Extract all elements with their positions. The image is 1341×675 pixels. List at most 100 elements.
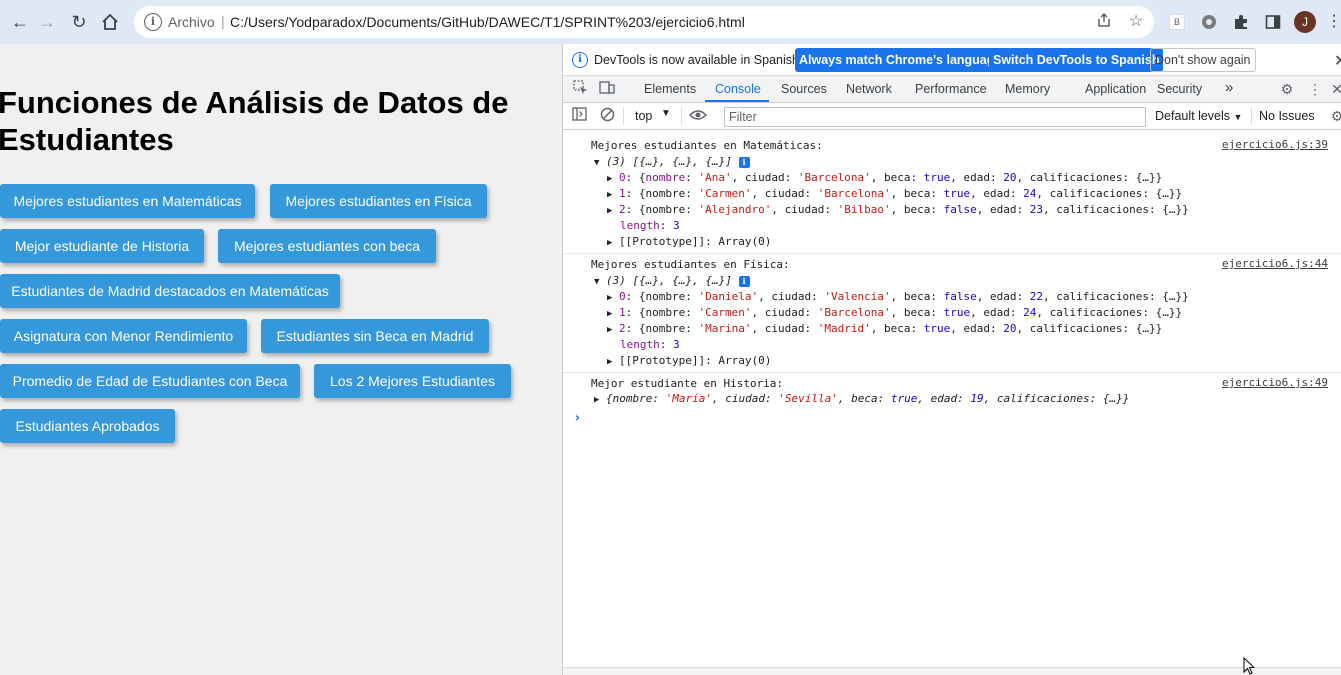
array-summary-row[interactable]: ▼ (3) [{…}, {…}, {…}] i: [594, 154, 750, 171]
url-text[interactable]: C:/Users/Yodparadox/Documents/GitHub/DAW…: [230, 14, 745, 30]
array-item-row[interactable]: ▶ 0: {nombre: 'Ana', ciudad: 'Barcelona'…: [607, 170, 1162, 187]
btn-matematicas[interactable]: Mejores estudiantes en Matemáticas: [0, 184, 255, 218]
array-item-row[interactable]: ▶ 2: {nombre: 'Alejandro', ciudad: 'Bilb…: [607, 202, 1189, 219]
console-settings-gear-icon[interactable]: ⚙: [1328, 107, 1341, 125]
collapsed-triangle-icon[interactable]: ▶: [607, 293, 612, 303]
btn-historia[interactable]: Mejor estudiante de Historia: [0, 229, 204, 263]
collapsed-triangle-icon[interactable]: ▶: [607, 325, 612, 335]
key-label: ciudad: [725, 392, 766, 405]
array-item-row[interactable]: ▶ 1: {nombre: 'Carmen', ciudad: 'Barcelo…: [607, 186, 1182, 203]
home-icon[interactable]: [98, 10, 122, 34]
more-tabs-icon[interactable]: »: [1225, 79, 1233, 96]
filter-input[interactable]: [725, 108, 1145, 126]
log-source-link[interactable]: ejercicio6.js:44: [1222, 257, 1328, 270]
live-expression-eye-icon[interactable]: [689, 107, 707, 125]
collapsed-triangle-icon[interactable]: ▶: [607, 206, 612, 216]
key-label: nombre: [645, 187, 686, 200]
item-index: 2: [619, 203, 626, 216]
key-label: edad: [930, 392, 958, 405]
btn-dos-mejores[interactable]: Los 2 Mejores Estudiantes: [314, 364, 511, 398]
devtools-menu-icon[interactable]: ⋮: [1306, 80, 1324, 98]
settings-gear-icon[interactable]: ⚙: [1278, 80, 1296, 98]
btn-madrid-matematicas[interactable]: Estudiantes de Madrid destacados en Mate…: [0, 274, 340, 308]
devtools-bottom-drawer: [563, 667, 1341, 675]
mouse-cursor-icon: [1243, 657, 1255, 675]
side-panel-icon[interactable]: [1262, 11, 1284, 33]
item-index: 0: [619, 290, 626, 303]
val-beca: true: [890, 392, 918, 405]
tab-console[interactable]: Console: [715, 82, 761, 96]
tab-security[interactable]: Security: [1157, 82, 1202, 96]
extension-badge-icon[interactable]: B: [1166, 11, 1188, 33]
array-item-row[interactable]: ▶ 0: {nombre: 'Daniela', ciudad: 'Valenc…: [607, 289, 1189, 306]
infobar-message: DevTools is now available in Spanish!: [594, 53, 803, 67]
console-sidebar-icon[interactable]: [570, 107, 588, 125]
page-title: Funciones de Análisis de Datos de Estudi…: [0, 85, 509, 157]
prototype-row[interactable]: ▶ [[Prototype]]: Array(0): [607, 353, 771, 370]
key-label: calificaciones: [1049, 187, 1143, 200]
forward-arrow-icon[interactable]: →: [35, 10, 59, 34]
close-infobar-icon[interactable]: ✕: [1334, 51, 1341, 71]
log-source-link[interactable]: ejercicio6.js:39: [1222, 138, 1328, 151]
log-source-link[interactable]: ejercicio6.js:49: [1222, 376, 1328, 389]
device-toolbar-icon[interactable]: [598, 80, 616, 98]
item-index: 1: [619, 306, 626, 319]
val-beca: true: [943, 306, 971, 319]
collapsed-triangle-icon[interactable]: ▶: [607, 357, 612, 367]
site-info-icon[interactable]: i: [144, 13, 162, 31]
tab-memory[interactable]: Memory: [1005, 82, 1050, 96]
collapsed-triangle-icon[interactable]: ▶: [607, 174, 612, 184]
always-match-language-button[interactable]: Always match Chrome's language: [795, 48, 1006, 72]
tab-application[interactable]: Application: [1085, 82, 1146, 96]
inspect-element-icon[interactable]: [571, 80, 589, 98]
extensions-puzzle-icon[interactable]: [1230, 11, 1252, 33]
btn-aprobados[interactable]: Estudiantes Aprobados: [0, 409, 175, 443]
share-icon[interactable]: [1094, 12, 1114, 32]
close-devtools-icon[interactable]: ✕: [1328, 80, 1341, 98]
collapsed-triangle-icon[interactable]: ▶: [607, 190, 612, 200]
key-label: edad: [983, 306, 1010, 319]
btn-menor-rendimiento[interactable]: Asignatura con Menor Rendimiento: [0, 319, 247, 353]
val-edad: 23: [1029, 203, 1044, 216]
devtools-panel: i DevTools is now available in Spanish! …: [562, 44, 1341, 675]
back-arrow-icon[interactable]: ←: [8, 10, 32, 34]
console-filter-input[interactable]: [724, 107, 1146, 127]
switch-to-spanish-button[interactable]: Switch DevTools to Spanish: [989, 48, 1164, 72]
btn-promedio-edad[interactable]: Promedio de Edad de Estudiantes con Beca: [0, 364, 300, 398]
array-item-row[interactable]: ▶ 2: {nombre: 'Marina', ciudad: 'Madrid'…: [607, 321, 1162, 338]
collapsed-triangle-icon[interactable]: ▶: [607, 238, 612, 248]
context-caret-icon[interactable]: ▼: [661, 108, 671, 119]
log-levels-dropdown[interactable]: Default levels ▼: [1155, 109, 1242, 123]
log-separator: [563, 372, 1341, 373]
console-prompt-icon[interactable]: ›: [573, 410, 581, 426]
array-item-row[interactable]: ▶ 1: {nombre: 'Carmen', ciudad: 'Barcelo…: [607, 305, 1182, 322]
bookmark-star-icon[interactable]: ☆: [1126, 12, 1146, 32]
collapsed-triangle-icon[interactable]: ▶: [594, 395, 599, 405]
btn-fisica[interactable]: Mejores estudiantes en Física: [270, 184, 487, 218]
context-selector[interactable]: top: [635, 109, 652, 123]
address-bar[interactable]: i Archivo | C:/Users/Yodparadox/Document…: [134, 6, 1154, 38]
val-nombre: 'Carmen': [698, 306, 752, 319]
issues-counter[interactable]: No Issues: [1259, 109, 1315, 123]
tab-sources[interactable]: Sources: [781, 82, 827, 96]
object-row[interactable]: ▶ {nombre: 'María', ciudad: 'Sevilla', b…: [594, 391, 1129, 408]
tab-performance[interactable]: Performance: [915, 82, 987, 96]
collapsed-triangle-icon[interactable]: ▶: [607, 309, 612, 319]
key-label: edad: [990, 290, 1017, 303]
tab-network[interactable]: Network: [846, 82, 892, 96]
reload-icon[interactable]: ↻: [67, 10, 91, 34]
array-summary-row[interactable]: ▼ (3) [{…}, {…}, {…}] i: [594, 273, 750, 290]
extension-circle-icon[interactable]: [1198, 11, 1220, 33]
profile-avatar[interactable]: J: [1294, 11, 1316, 33]
tab-elements[interactable]: Elements: [644, 82, 696, 96]
dont-show-again-button[interactable]: Don't show again: [1150, 48, 1256, 72]
log-title: Mejor estudiante en Historia:: [591, 377, 784, 390]
btn-sin-beca-madrid[interactable]: Estudiantes sin Beca en Madrid: [261, 319, 489, 353]
expanded-triangle-icon[interactable]: ▼: [594, 158, 599, 168]
expanded-triangle-icon[interactable]: ▼: [594, 277, 599, 287]
prototype-row[interactable]: ▶ [[Prototype]]: Array(0): [607, 234, 771, 251]
clear-console-icon[interactable]: [598, 107, 616, 125]
btn-con-beca[interactable]: Mejores estudiantes con beca: [218, 229, 436, 263]
val-edad: 19: [970, 392, 984, 405]
browser-menu-icon[interactable]: ⋮: [1326, 11, 1341, 33]
